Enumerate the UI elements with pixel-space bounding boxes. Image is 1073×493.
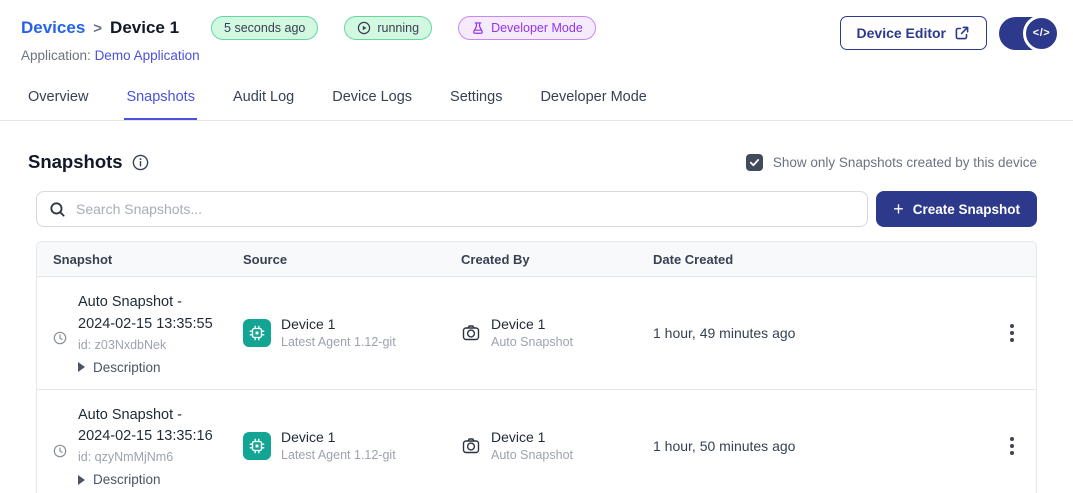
tab-overview[interactable]: Overview: [26, 83, 90, 120]
application-label: Application:: [21, 48, 91, 63]
device-chip-icon: [243, 432, 271, 460]
created-by-name: Device 1: [491, 428, 573, 447]
application-line: Application: Demo Application: [21, 48, 1053, 63]
plus-icon: +: [893, 200, 904, 218]
tab-audit-log[interactable]: Audit Log: [231, 83, 296, 120]
developer-mode-label: Developer Mode: [491, 21, 583, 35]
source-agent-version: Latest Agent 1.12-git: [281, 447, 396, 464]
column-header-source: Source: [243, 252, 461, 267]
snapshots-table: Snapshot Source Created By Date Created …: [36, 241, 1037, 493]
tab-snapshots[interactable]: Snapshots: [124, 83, 197, 120]
date-created-cell: 1 hour, 50 minutes ago: [653, 438, 976, 454]
row-actions-kebab-menu[interactable]: [1004, 431, 1020, 461]
description-expander[interactable]: Description: [78, 360, 213, 375]
check-icon: [749, 157, 760, 168]
device-editor-button[interactable]: Device Editor: [840, 16, 987, 50]
show-only-device-snapshots-checkbox[interactable]: [746, 154, 763, 171]
last-seen-badge: 5 seconds ago: [211, 16, 318, 40]
description-label: Description: [93, 472, 161, 487]
search-box: [36, 191, 868, 227]
tab-bar: Overview Snapshots Audit Log Device Logs…: [0, 69, 1073, 121]
external-link-icon: [954, 25, 970, 41]
tab-device-logs[interactable]: Device Logs: [330, 83, 414, 120]
code-icon: </>: [1023, 15, 1060, 52]
play-circle-icon: [357, 21, 371, 35]
developer-mode-toggle[interactable]: </>: [999, 17, 1055, 50]
running-status-label: running: [377, 21, 419, 35]
created-by-name: Device 1: [491, 315, 573, 334]
developer-mode-badge: Developer Mode: [458, 16, 596, 40]
row-actions-kebab-menu[interactable]: [1004, 318, 1020, 348]
info-icon[interactable]: [132, 154, 149, 171]
breadcrumb-current-device: Device 1: [110, 18, 179, 38]
snapshot-id: id: z03NxdbNek: [78, 338, 213, 352]
application-link[interactable]: Demo Application: [95, 48, 200, 63]
snapshot-id: id: qzyNmMjNm6: [78, 450, 213, 464]
column-header-snapshot: Snapshot: [53, 252, 243, 267]
tab-settings[interactable]: Settings: [448, 83, 504, 120]
page-header: Devices > Device 1 5 seconds ago running…: [0, 0, 1073, 63]
create-snapshot-button[interactable]: + Create Snapshot: [876, 191, 1037, 227]
clock-icon: [53, 331, 67, 345]
column-header-date-created: Date Created: [653, 252, 976, 267]
camera-icon: [461, 436, 481, 456]
create-snapshot-label: Create Snapshot: [913, 202, 1020, 217]
search-icon: [49, 201, 66, 218]
table-row: Auto Snapshot - 2024-02-15 13:35:16 id: …: [37, 390, 1036, 493]
column-header-created-by: Created By: [461, 252, 653, 267]
triangle-right-icon: [78, 475, 85, 485]
table-row: Auto Snapshot - 2024-02-15 13:35:55 id: …: [37, 277, 1036, 390]
last-seen-badge-label: 5 seconds ago: [224, 21, 305, 35]
clock-icon: [53, 444, 67, 458]
camera-icon: [461, 323, 481, 343]
search-input[interactable]: [76, 201, 855, 217]
description-label: Description: [93, 360, 161, 375]
triangle-right-icon: [78, 362, 85, 372]
flask-icon: [471, 21, 485, 35]
snapshot-title: Auto Snapshot - 2024-02-15 13:35:55: [78, 292, 213, 336]
device-chip-icon: [243, 319, 271, 347]
date-created-cell: 1 hour, 49 minutes ago: [653, 325, 976, 341]
filter-checkbox-label: Show only Snapshots created by this devi…: [773, 155, 1037, 170]
table-header-row: Snapshot Source Created By Date Created: [37, 242, 1036, 277]
created-by-type: Auto Snapshot: [491, 447, 573, 464]
snapshot-title: Auto Snapshot - 2024-02-15 13:35:16: [78, 405, 213, 449]
running-status-badge: running: [344, 16, 432, 40]
breadcrumb-devices-link[interactable]: Devices: [21, 18, 85, 38]
tab-developer-mode[interactable]: Developer Mode: [538, 83, 648, 120]
description-expander[interactable]: Description: [78, 472, 213, 487]
status-badges: 5 seconds ago running Developer Mode: [211, 16, 596, 40]
device-editor-label: Device Editor: [857, 25, 946, 41]
source-device-name: Device 1: [281, 428, 396, 447]
created-by-type: Auto Snapshot: [491, 334, 573, 351]
page-title: Snapshots: [28, 151, 123, 173]
breadcrumb-separator: >: [93, 20, 102, 37]
source-device-name: Device 1: [281, 315, 396, 334]
source-agent-version: Latest Agent 1.12-git: [281, 334, 396, 351]
